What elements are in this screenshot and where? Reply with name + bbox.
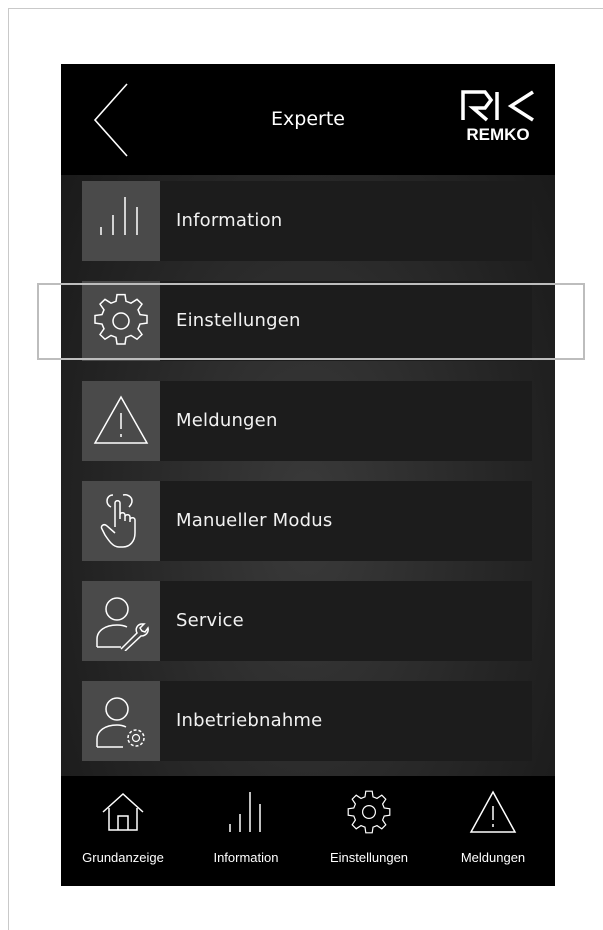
menu-item-label: Inbetriebnahme xyxy=(176,710,323,731)
user-wrench-icon xyxy=(96,597,149,651)
menu-item-label: Manueller Modus xyxy=(176,510,333,531)
device-screen: Experte REMKO Information Einstellungen … xyxy=(61,64,555,886)
menu-item-label: Information xyxy=(176,210,283,231)
gear-icon xyxy=(347,790,391,834)
menu-icon-box xyxy=(82,181,160,261)
menu-item-service[interactable]: Service xyxy=(82,581,532,661)
nav-information[interactable]: Information xyxy=(185,776,307,886)
menu-item-label: Service xyxy=(176,610,244,631)
nav-label: Einstellungen xyxy=(329,850,409,865)
warning-icon xyxy=(469,790,517,833)
home-icon xyxy=(102,792,144,831)
hand-pointer-icon xyxy=(100,494,136,548)
menu-item-inbetriebnahme[interactable]: Inbetriebnahme xyxy=(82,681,532,761)
menu-item-meldungen[interactable]: Meldungen xyxy=(82,381,532,461)
nav-grundanzeige[interactable]: Grundanzeige xyxy=(61,776,185,886)
warning-icon xyxy=(93,395,149,444)
menu-icon-box xyxy=(82,581,160,661)
menu-icon-box xyxy=(82,681,160,761)
frame-border-top xyxy=(8,8,603,9)
menu-icon-box xyxy=(82,481,160,561)
menu-item-manueller-modus[interactable]: Manueller Modus xyxy=(82,481,532,561)
menu-item-label: Meldungen xyxy=(176,410,278,431)
frame-border-left xyxy=(8,8,9,930)
bars-icon xyxy=(229,792,261,832)
nav-label: Meldungen xyxy=(460,850,526,865)
bars-icon xyxy=(100,197,138,235)
selection-highlight-frame xyxy=(37,283,585,360)
header-bar: Experte REMKO xyxy=(61,64,555,175)
logo-text: REMKO xyxy=(466,125,529,144)
menu-icon-box xyxy=(82,381,160,461)
nav-label: Grundanzeige xyxy=(82,850,164,865)
user-gear-icon xyxy=(96,697,145,748)
remko-logo: REMKO xyxy=(461,90,534,144)
nav-meldungen[interactable]: Meldungen xyxy=(431,776,555,886)
menu-item-information[interactable]: Information xyxy=(82,181,532,261)
nav-einstellungen[interactable]: Einstellungen xyxy=(307,776,431,886)
bottom-nav-bar: Grundanzeige Information Einstellungen M… xyxy=(61,776,555,886)
nav-label: Information xyxy=(213,850,279,865)
